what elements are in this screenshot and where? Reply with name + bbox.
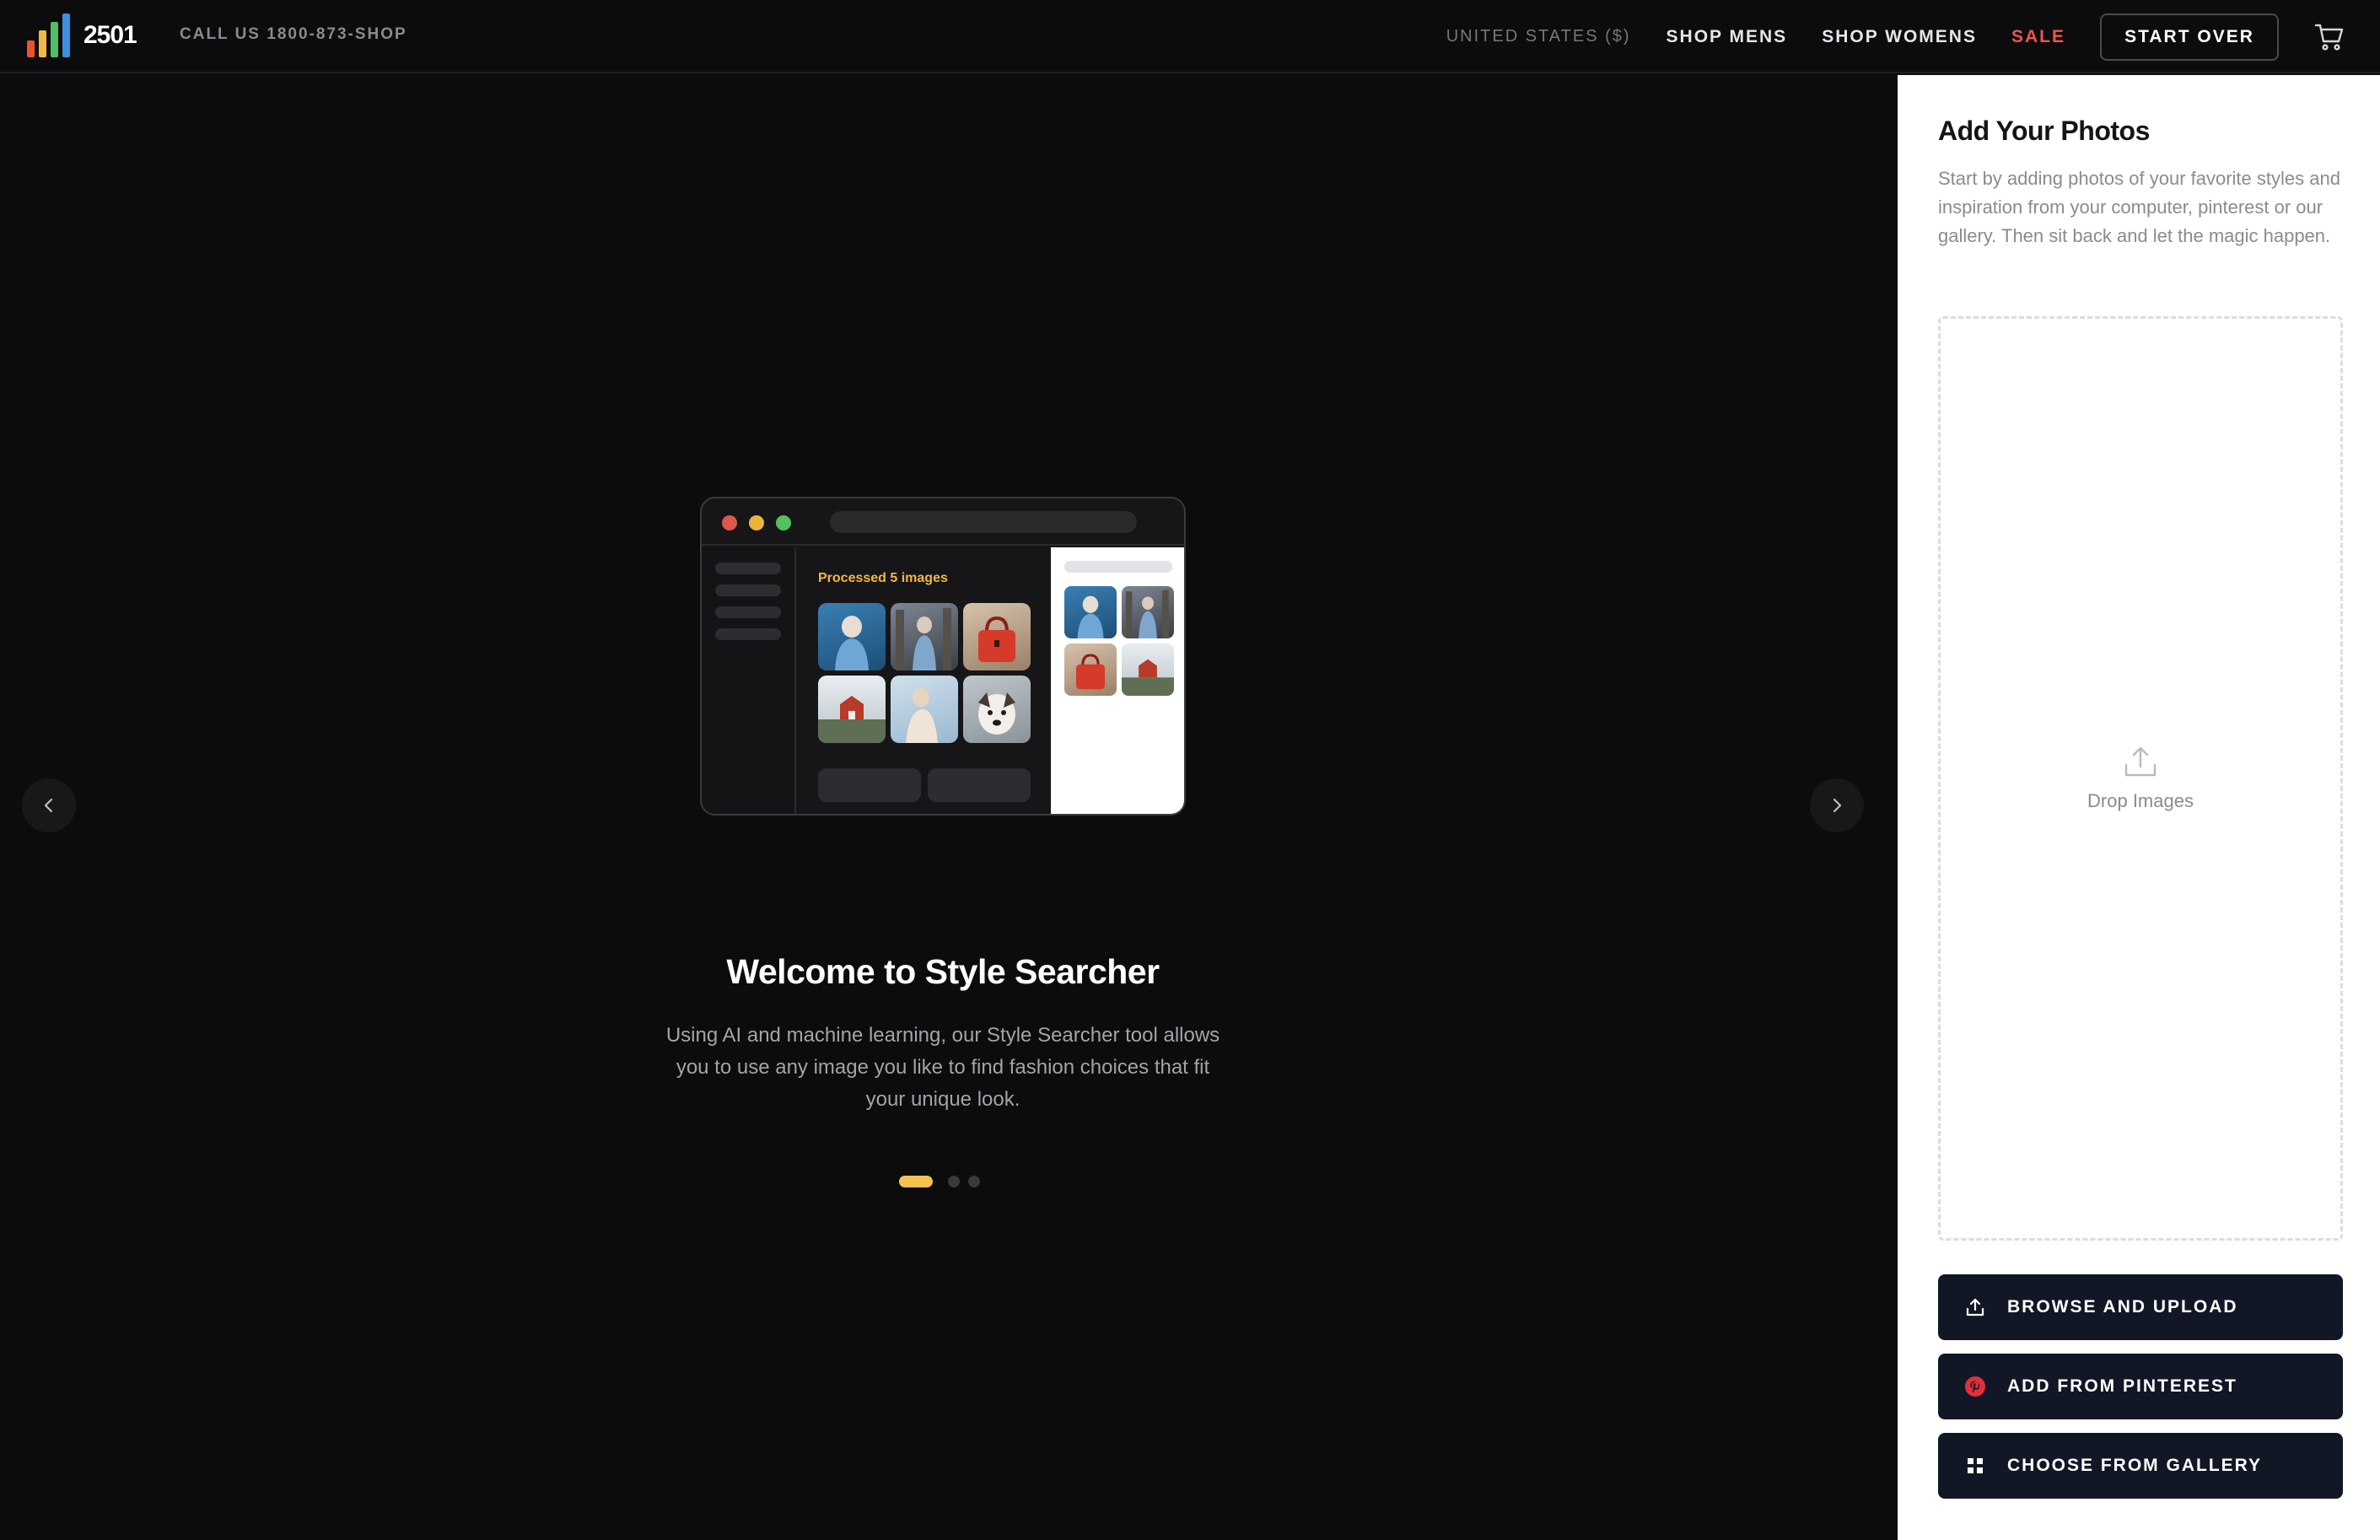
panel-title: Add Your Photos xyxy=(1938,116,2150,146)
window-maximize-dot xyxy=(776,515,791,530)
carousel-pagination xyxy=(899,1176,980,1187)
mockup-sidebar xyxy=(702,547,796,814)
start-over-button[interactable]: START OVER xyxy=(2100,13,2279,61)
main-nav: UNITED STATES ($) SHOP MENS SHOP WOMENS … xyxy=(1446,0,2380,73)
cart-icon[interactable] xyxy=(2313,20,2346,54)
upload-icon xyxy=(2124,746,2157,777)
top-header: 2501 CALL US 1800-873-SHOP UNITED STATES… xyxy=(0,0,2380,73)
carousel-dot-2[interactable] xyxy=(948,1176,960,1187)
chevron-right-icon xyxy=(1833,798,1842,813)
pinterest-icon xyxy=(1963,1375,1987,1398)
add-from-pinterest-label: ADD FROM PINTEREST xyxy=(2007,1376,2237,1396)
mockup-results-panel xyxy=(1051,547,1184,814)
carousel-title: Welcome to Style Searcher xyxy=(726,952,1160,991)
grid-icon xyxy=(1963,1454,1987,1478)
processed-label: Processed 5 images xyxy=(818,571,948,585)
mockup-photo-street xyxy=(891,603,958,670)
drop-images-label: Drop Images xyxy=(2087,790,2194,811)
mockup-result-blue-coat xyxy=(1064,586,1117,638)
mockup-button-1 xyxy=(818,768,921,802)
mockup-content: Processed 5 images xyxy=(798,547,1051,814)
mockup-urlbar xyxy=(830,511,1137,533)
brand-logo[interactable]: 2501 xyxy=(27,13,137,57)
carousel-next-button[interactable] xyxy=(1810,778,1864,832)
brand-name: 2501 xyxy=(83,21,137,49)
browse-upload-label: BROWSE AND UPLOAD xyxy=(2007,1297,2238,1317)
mockup-photo-blue-coat xyxy=(818,603,886,670)
carousel-prev-button[interactable] xyxy=(22,778,76,832)
chevron-left-icon xyxy=(44,798,53,813)
browse-upload-button[interactable]: BROWSE AND UPLOAD xyxy=(1938,1274,2343,1340)
add-from-pinterest-button[interactable]: ADD FROM PINTEREST xyxy=(1938,1354,2343,1419)
carousel-dot-1[interactable] xyxy=(899,1176,933,1187)
mockup-result-street xyxy=(1122,586,1174,638)
nav-sale[interactable]: SALE xyxy=(2011,27,2065,47)
image-dropzone[interactable]: Drop Images xyxy=(1938,316,2343,1241)
upload-icon xyxy=(1963,1295,1987,1319)
logo-bars-icon xyxy=(27,13,70,57)
nav-shop-womens[interactable]: SHOP WOMENS xyxy=(1822,27,1977,47)
carousel-area: Processed 5 images Welcome to Style Sear… xyxy=(0,75,1898,1540)
choose-from-gallery-label: CHOOSE FROM GALLERY xyxy=(2007,1456,2263,1475)
panel-description: Start by adding photos of your favorite … xyxy=(1938,168,2340,246)
nav-shop-mens[interactable]: SHOP MENS xyxy=(1667,27,1788,47)
mockup-photo-red-house xyxy=(818,676,886,743)
mockup-button-2 xyxy=(928,768,1031,802)
mockup-photo-dog xyxy=(963,676,1031,743)
window-minimize-dot xyxy=(749,515,764,530)
carousel-dot-3[interactable] xyxy=(968,1176,980,1187)
carousel-description: Using AI and machine learning, our Style… xyxy=(665,1024,1220,1111)
mockup-photo-red-bag xyxy=(963,603,1031,670)
phone-number[interactable]: CALL US 1800-873-SHOP xyxy=(180,25,407,44)
mockup-titlebar xyxy=(702,498,1184,546)
app-mockup-illustration: Processed 5 images xyxy=(700,497,1186,816)
mockup-result-red-house xyxy=(1122,643,1174,696)
mockup-result-red-bag xyxy=(1064,643,1117,696)
window-close-dot xyxy=(722,515,737,530)
country-selector[interactable]: UNITED STATES ($) xyxy=(1446,27,1631,46)
mockup-photo-beach xyxy=(891,676,958,743)
choose-from-gallery-button[interactable]: CHOOSE FROM GALLERY xyxy=(1938,1433,2343,1499)
add-photos-panel: Add Your Photos Start by adding photos o… xyxy=(1898,75,2380,1540)
